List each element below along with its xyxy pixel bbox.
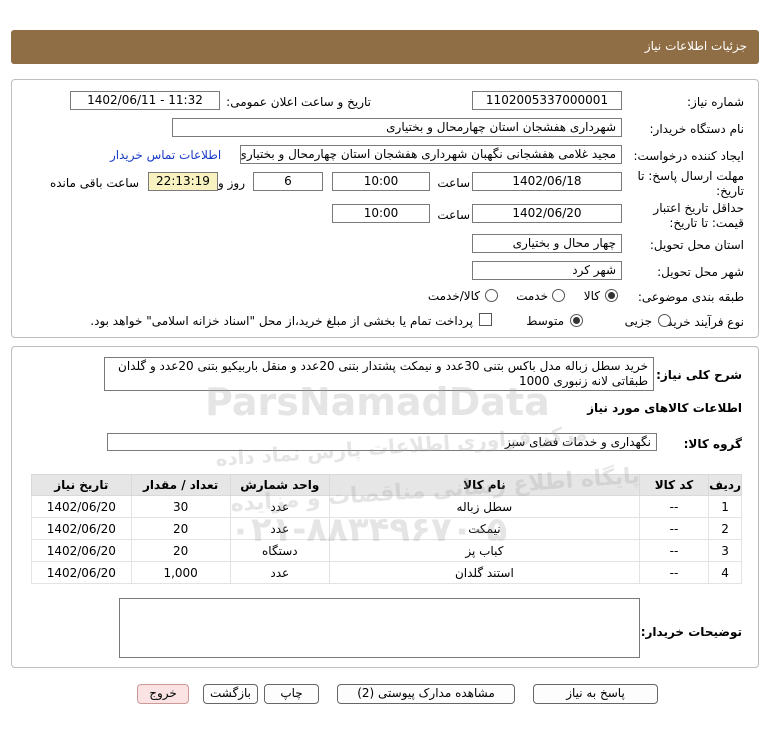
item-quantity: 20 [130, 539, 231, 562]
item-code: -- [638, 539, 710, 562]
summary-line-2: طبقاتی لانه زنبوری 1000 [519, 374, 648, 388]
goods-table: ردیف کد کالا نام کالا واحد شمارش تعداد /… [31, 474, 742, 584]
summary-line-1: خرید سطل زباله مدل باکس بتنی 30عدد و نیم… [118, 359, 648, 373]
goods-group-field: نگهداری و خدمات فضای سبز [107, 433, 657, 451]
buyer-notes-label: توضیحات خریدار: [640, 625, 742, 639]
item-code: -- [638, 561, 710, 584]
announce-field: 1402/06/11 - 11:32 [70, 91, 220, 110]
item-name: نیمکت [328, 517, 640, 540]
col-item-code: کد کالا [638, 474, 710, 496]
exit-button[interactable]: خروج [137, 684, 189, 704]
validity-date-field: 1402/06/20 [472, 204, 622, 223]
col-need-date: تاریخ نیاز [31, 474, 132, 496]
province-label: استان محل تحویل: [649, 238, 744, 252]
item-need-date: 1402/06/20 [31, 561, 132, 584]
deadline-time-label: ساعت [437, 176, 470, 190]
print-button[interactable]: چاپ [264, 684, 319, 704]
row-number: 4 [708, 561, 742, 584]
row-number: 3 [708, 539, 742, 562]
buyer-notes-field [119, 598, 640, 658]
table-row: 1 -- سطل زباله عدد 30 1402/06/20 [31, 495, 742, 518]
category-label: طبقه بندی موضوعی: [637, 290, 744, 304]
col-unit: واحد شمارش [229, 474, 330, 496]
creator-field: مجید غلامی هفشجانی نگهبان شهرداری هفشجان… [240, 145, 622, 164]
category-goods-label: کالا [583, 289, 600, 303]
validity-time-label: ساعت [437, 208, 470, 222]
table-row: 3 -- کباب پز دستگاه 20 1402/06/20 [31, 539, 742, 562]
need-number-label: شماره نیاز: [687, 95, 744, 109]
creator-label: ایجاد کننده درخواست: [633, 149, 744, 163]
item-code: -- [638, 517, 710, 540]
reply-button[interactable]: پاسخ به نیاز [533, 684, 658, 704]
col-quantity: تعداد / مقدار [130, 474, 231, 496]
item-name: کباب پز [328, 539, 640, 562]
back-button[interactable]: بازگشت [203, 684, 258, 704]
table-row: 4 -- استند گلدان عدد 1,000 1402/06/20 [31, 561, 742, 584]
col-item-name: نام کالا [328, 474, 640, 496]
treasury-payment-checkbox[interactable] [479, 313, 492, 326]
validity-label-date: قیمت: تا تاریخ: [669, 216, 744, 230]
page-title: جزئیات اطلاعات نیاز [644, 39, 747, 53]
announce-label: تاریخ و ساعت اعلان عمومی: [226, 95, 371, 109]
remaining-days-field: 6 [253, 172, 323, 191]
item-name: سطل زباله [328, 495, 640, 518]
remaining-label: ساعت باقی مانده [49, 176, 139, 190]
validity-time-field: 10:00 [332, 204, 430, 223]
item-need-date: 1402/06/20 [31, 517, 132, 540]
item-unit: عدد [229, 517, 330, 540]
item-quantity: 1,000 [130, 561, 231, 584]
category-goods-service-radio[interactable] [485, 289, 498, 302]
item-unit: دستگاه [229, 539, 330, 562]
category-service-label: خدمت [516, 289, 548, 303]
summary-field: خرید سطل زباله مدل باکس بتنی 30عدد و نیم… [104, 357, 654, 391]
city-label: شهر محل تحویل: [657, 265, 744, 279]
buyer-org-field: شهرداری هفشجان استان چهارمحال و بختیاری [172, 118, 622, 137]
buyer-contact-link[interactable]: اطلاعات تماس خریدار [110, 148, 221, 162]
item-quantity: 20 [130, 517, 231, 540]
summary-label: شرح کلی نیاز: [656, 368, 742, 382]
process-label: نوع فرآیند خرید : [659, 315, 744, 329]
category-goods-service-label: کالا/خدمت [427, 289, 480, 303]
page-header: جزئیات اطلاعات نیاز [11, 30, 759, 64]
process-medium-radio[interactable] [570, 314, 583, 327]
view-attachments-button[interactable]: مشاهده مدارک پیوستی (2) [337, 684, 515, 704]
goods-info-title: اطلاعات کالاهای مورد نیاز [587, 401, 742, 415]
goods-table-header: ردیف کد کالا نام کالا واحد شمارش تعداد /… [31, 474, 742, 496]
item-need-date: 1402/06/20 [31, 539, 132, 562]
need-number-field: 1102005337000001 [472, 91, 622, 110]
deadline-date-field: 1402/06/18 [472, 172, 622, 191]
days-label: روز و [218, 176, 245, 190]
item-unit: عدد [229, 561, 330, 584]
item-quantity: 30 [130, 495, 231, 518]
goods-group-label: گروه کالا: [683, 437, 742, 451]
province-field: چهار محال و بختیاری [472, 234, 622, 253]
col-row-number: ردیف [708, 474, 742, 496]
item-name: استند گلدان [328, 561, 640, 584]
category-goods-radio[interactable] [605, 289, 618, 302]
row-number: 1 [708, 495, 742, 518]
city-field: شهر کرد [472, 261, 622, 280]
process-minor-radio[interactable] [658, 314, 671, 327]
table-row: 2 -- نیمکت عدد 20 1402/06/20 [31, 517, 742, 540]
remaining-time-field: 22:13:19 [148, 172, 218, 191]
deadline-time-field: 10:00 [332, 172, 430, 191]
item-code: -- [638, 495, 710, 518]
item-need-date: 1402/06/20 [31, 495, 132, 518]
process-medium-label: متوسط [526, 314, 564, 328]
deadline-label-date: تاریخ: [716, 184, 744, 198]
row-number: 2 [708, 517, 742, 540]
validity-label: حداقل تاریخ اعتبار [653, 201, 744, 215]
process-minor-label: جزیی [624, 314, 652, 328]
deadline-label: مهلت ارسال پاسخ: تا [637, 169, 744, 183]
item-unit: عدد [229, 495, 330, 518]
treasury-payment-note: پرداخت تمام یا بخشی از مبلغ خرید،از محل … [90, 314, 473, 328]
category-service-radio[interactable] [552, 289, 565, 302]
buyer-org-label: نام دستگاه خریدار: [649, 122, 745, 136]
